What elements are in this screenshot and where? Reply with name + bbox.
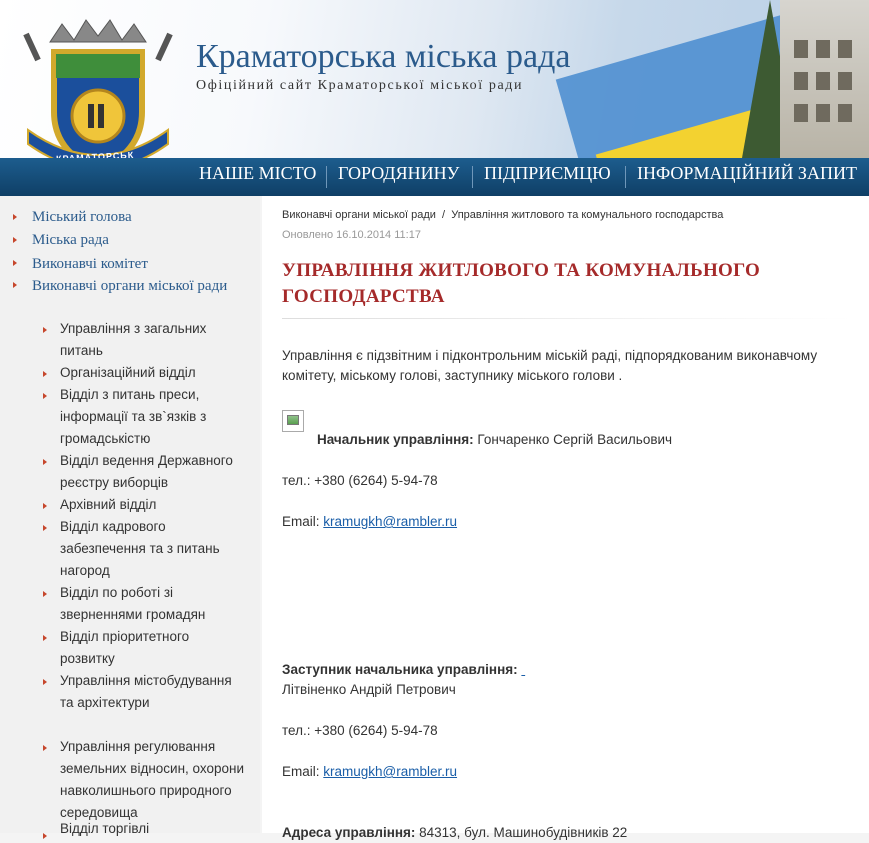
bullet-icon (13, 214, 17, 220)
deputy-name: Літвіненко Андрій Петрович (282, 682, 456, 697)
head-info: Начальник управління: Гончаренко Сергій … (317, 430, 672, 450)
bullet-icon (43, 525, 47, 531)
bullet-icon (43, 393, 47, 399)
breadcrumb-current[interactable]: Управління житлового та комунального гос… (451, 209, 723, 221)
nav-item-entrepreneur[interactable]: ПІДПРИЄМЦЮ (484, 158, 611, 196)
email-label: Email: (282, 514, 320, 529)
sidebar-subitem[interactable]: Відділ кадрового забезпечення та з питан… (60, 516, 245, 582)
breadcrumb-link[interactable]: Виконавчі органи міської ради (282, 209, 436, 221)
deputy-label-row: Заступник начальника управління: (282, 660, 525, 680)
nav-separator (625, 166, 626, 188)
bullet-icon (43, 833, 47, 839)
sidebar-item-executive-bodies[interactable]: Виконавчі органи міської ради (32, 276, 237, 296)
breadcrumb-separator: / (442, 209, 446, 221)
site-header: КРАМАТОРСЬК Краматорська міська рада Офі… (0, 0, 869, 158)
nav-item-citizen[interactable]: ГОРОДЯНИНУ (338, 158, 459, 196)
deputy-link[interactable] (521, 662, 525, 677)
email-label: Email: (282, 764, 320, 779)
sidebar-subitem[interactable]: Відділ пріоритетного розвитку (60, 626, 245, 670)
bullet-icon (43, 745, 47, 751)
main-navigation: НАШЕ МІСТО ГОРОДЯНИНУ ПІДПРИЄМЦЮ ІНФОРМА… (0, 158, 869, 196)
email-link-2[interactable]: kramugkh@rambler.ru (323, 764, 457, 779)
sidebar-subitem[interactable]: Відділ торгівлі (60, 818, 245, 840)
bullet-icon (43, 503, 47, 509)
sidebar-item-city-council[interactable]: Міська рада (32, 230, 109, 250)
address-row: Адреса управління: 84313, бул. Машинобуд… (282, 823, 627, 843)
title-divider (282, 318, 852, 319)
bullet-icon (43, 371, 47, 377)
updated-timestamp: Оновлено 16.10.2014 11:17 (282, 229, 421, 241)
site-subtitle: Офіційний сайт Краматорської міської рад… (196, 78, 524, 93)
sidebar-item-executive-committee[interactable]: Виконавчі комітет (32, 254, 148, 274)
sidebar-menu: Міський голова Міська рада Виконавчі ком… (0, 196, 260, 839)
sidebar-subitem[interactable]: Відділ ведення Державного реєстру виборц… (60, 450, 245, 494)
sidebar-subitem[interactable]: Архівний відділ (60, 494, 245, 516)
email-1: Email: kramugkh@rambler.ru (282, 512, 457, 532)
sidebar-subitem[interactable]: Управління з загальних питань (60, 318, 245, 362)
phone-1: тел.: +380 (6264) 5-94-78 (282, 473, 438, 488)
bullet-icon (13, 282, 17, 288)
sidebar-subitem[interactable]: Управління містобудування та архітектури (60, 670, 245, 714)
bullet-icon (13, 237, 17, 243)
nav-item-info-request[interactable]: ІНФОРМАЦІЙНИЙ ЗАПИТ (637, 158, 857, 196)
sidebar-item-mayor[interactable]: Міський голова (32, 207, 132, 227)
nav-item-our-city[interactable]: НАШЕ МІСТО (199, 158, 316, 196)
bullet-icon (43, 459, 47, 465)
head-name: Гончаренко Сергій Васильович (477, 432, 673, 447)
sidebar-subitem[interactable]: Відділ по роботі зі зверненнями громадян (60, 582, 245, 626)
sidebar-subitem[interactable]: Відділ з питань преси, інформації та зв`… (60, 384, 245, 450)
sidebar-subitem[interactable]: Організаційний відділ (60, 362, 245, 384)
bullet-icon (13, 260, 17, 266)
nav-separator (326, 166, 327, 188)
bullet-icon (43, 327, 47, 333)
broken-image-icon (282, 410, 304, 432)
site-title[interactable]: Краматорська міська рада (196, 38, 571, 76)
bullet-icon (43, 635, 47, 641)
sidebar-subitem[interactable]: Управління регулювання земельних відноси… (60, 736, 245, 824)
email-link-1[interactable]: kramugkh@rambler.ru (323, 514, 457, 529)
nav-separator (472, 166, 473, 188)
bullet-icon (43, 591, 47, 597)
city-hall-building-image (780, 0, 869, 158)
main-content: Виконавчі органи міської ради / Управлін… (262, 196, 869, 840)
bullet-icon (43, 679, 47, 685)
deputy-label: Заступник начальника управління: (282, 662, 518, 677)
intro-paragraph: Управління є підзвітним і підконтрольним… (282, 348, 818, 383)
email-2: Email: kramugkh@rambler.ru (282, 762, 457, 782)
breadcrumb: Виконавчі органи міської ради / Управлін… (282, 209, 723, 221)
city-coat-of-arms-logo[interactable] (18, 12, 178, 158)
page-title: УПРАВЛІННЯ ЖИТЛОВОГО ТА КОМУНАЛЬНОГО ГОС… (282, 260, 761, 307)
head-label: Начальник управління: (317, 432, 474, 447)
phone-2: тел.: +380 (6264) 5-94-78 (282, 723, 438, 738)
